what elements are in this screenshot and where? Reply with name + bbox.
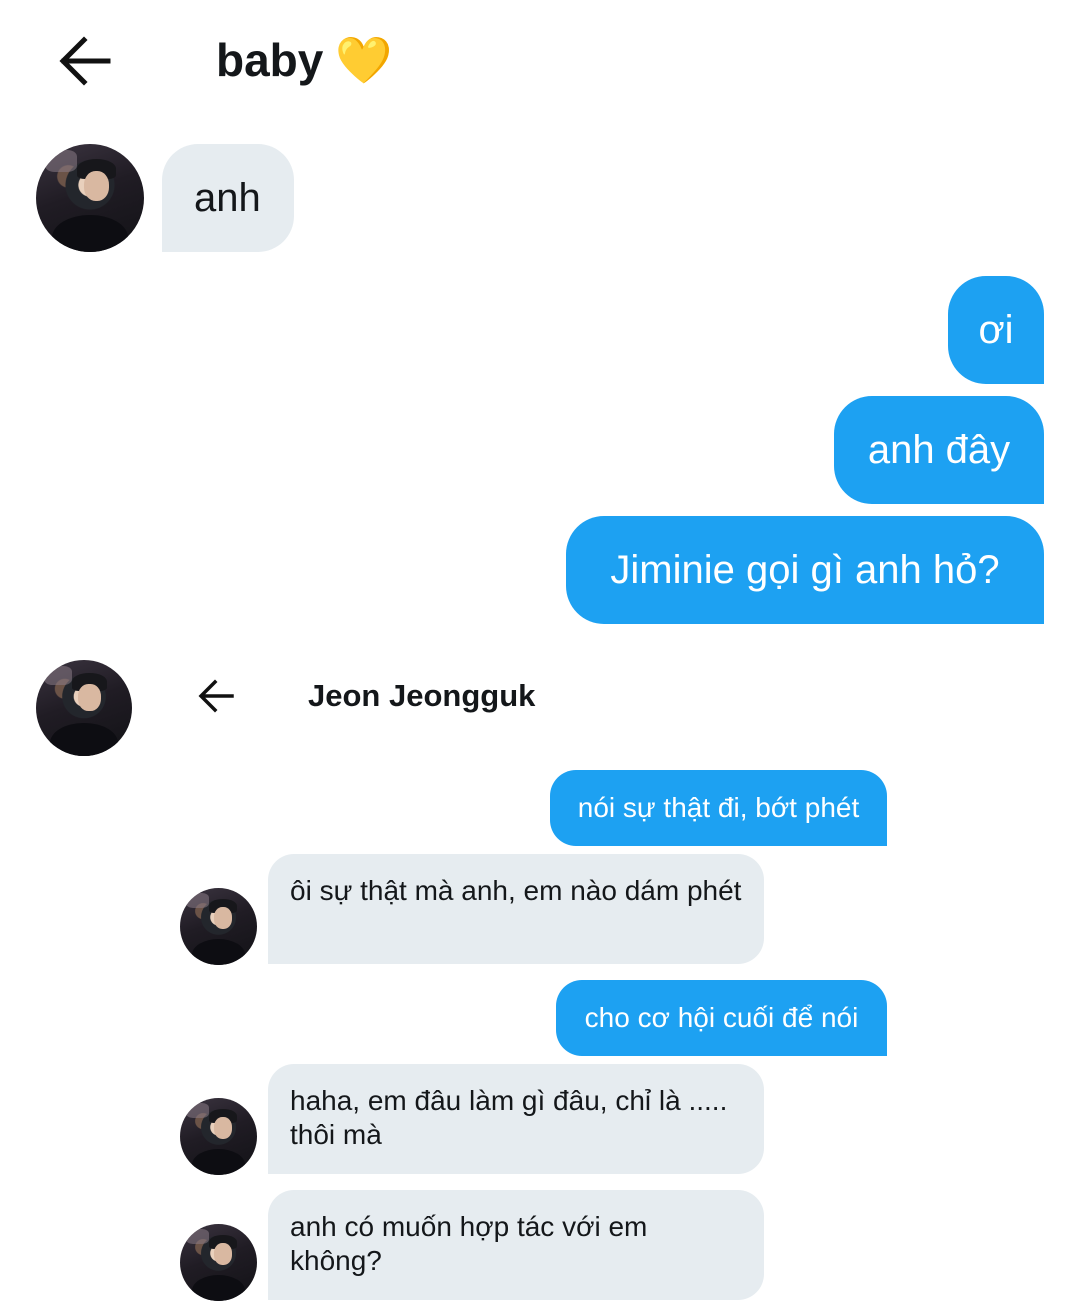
contact-avatar[interactable] <box>36 144 144 252</box>
message-bubble-sent[interactable]: ơi <box>948 276 1044 384</box>
arrow-left-icon <box>198 679 234 713</box>
message-bubble-sent[interactable]: Jiminie gọi gì anh hỏ? <box>566 516 1044 624</box>
message-text: cho cơ hội cuối để nói <box>584 1002 859 1033</box>
message-text: nói sự thật đi, bớt phét <box>577 792 860 823</box>
message-bubble-received[interactable]: ôi sự thật mà anh, em nào dám phét <box>268 854 764 964</box>
back-button[interactable] <box>56 32 114 90</box>
message-text: Jiminie gọi gì anh hỏ? <box>610 547 1000 592</box>
message-text: anh có muốn hợp tác với em không? <box>290 1211 648 1276</box>
contact-avatar[interactable] <box>180 1224 257 1301</box>
message-bubble-received[interactable]: anh <box>162 144 294 252</box>
message-text: ơi <box>978 307 1014 352</box>
message-bubble-received[interactable]: haha, em đâu làm gì đâu, chỉ là ..... th… <box>268 1064 764 1174</box>
message-text: anh đây <box>867 427 1011 472</box>
inner-back-button[interactable] <box>196 676 236 716</box>
contact-avatar[interactable] <box>36 660 132 756</box>
message-bubble-sent[interactable]: anh đây <box>834 396 1044 504</box>
message-text: haha, em đâu làm gì đâu, chỉ là ..... th… <box>290 1085 728 1150</box>
contact-avatar[interactable] <box>180 888 257 965</box>
heart-emoji: 💛 <box>335 34 393 86</box>
message-text: anh <box>194 175 261 220</box>
message-bubble-sent[interactable]: nói sự thật đi, bớt phét <box>550 770 887 846</box>
message-text: ôi sự thật mà anh, em nào dám phét <box>290 875 742 906</box>
arrow-left-icon <box>59 36 111 86</box>
contact-avatar[interactable] <box>180 1098 257 1175</box>
inner-chat-title: Jeon Jeongguk <box>308 678 536 713</box>
message-bubble-sent[interactable]: cho cơ hội cuối để nói <box>556 980 887 1056</box>
chat-header: baby 💛 <box>216 28 393 92</box>
chat-title: baby <box>216 34 324 86</box>
message-bubble-received[interactable]: anh có muốn hợp tác với em không? <box>268 1190 764 1300</box>
